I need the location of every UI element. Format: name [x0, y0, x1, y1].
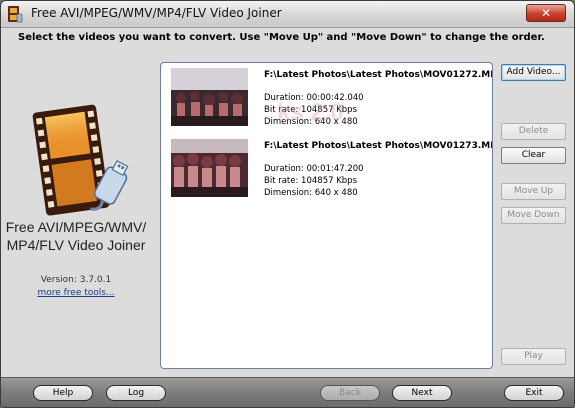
- video-thumbnail: [171, 68, 248, 126]
- close-icon: ✕: [540, 6, 552, 20]
- version-label: Version: 3.7.0.1: [40, 275, 112, 285]
- product-title-line-2: MP4/FLV Video Joiner: [6, 237, 146, 253]
- video-path: F:\Latest Photos\Latest Photos\MOV01273.…: [264, 141, 493, 151]
- video-thumbnail: [171, 139, 248, 197]
- title-bar[interactable]: Free AVI/MPEG/WMV/MP4/FLV Video Joiner ✕: [1, 1, 574, 28]
- left-panel: Free AVI/MPEG/WMV/ MP4/FLV Video Joiner …: [1, 51, 151, 376]
- video-dimension: Dimension: 640 x 480: [264, 188, 358, 198]
- close-button[interactable]: ✕: [526, 4, 566, 22]
- video-bitrate: Bit rate: 104857 Kbps: [264, 105, 358, 115]
- help-button[interactable]: Help: [33, 385, 93, 401]
- app-window: Free AVI/MPEG/WMV/MP4/FLV Video Joiner ✕…: [0, 0, 575, 408]
- instructions-text: Select the videos you want to convert. U…: [18, 32, 545, 43]
- bottom-bar: Help Log Back Next Exit: [1, 377, 574, 407]
- next-button[interactable]: Next: [392, 385, 452, 401]
- film-strip-usb-logo: [29, 99, 135, 219]
- video-list-item[interactable]: F:\Latest Photos\Latest Photos\MOV01273.…: [171, 139, 492, 198]
- video-duration: Duration: 00:00:42.040: [264, 93, 364, 103]
- add-video-button[interactable]: Add Video...: [501, 64, 566, 81]
- video-path: F:\Latest Photos\Latest Photos\MOV01272.…: [264, 70, 493, 80]
- window-title: Free AVI/MPEG/WMV/MP4/FLV Video Joiner: [31, 6, 282, 20]
- move-up-button[interactable]: Move Up: [501, 183, 566, 200]
- log-button[interactable]: Log: [106, 385, 166, 401]
- product-title-line-1: Free AVI/MPEG/WMV/: [5, 219, 147, 235]
- video-list[interactable]: F:\Latest Photos\Latest Photos\MOV01272.…: [160, 62, 493, 369]
- video-duration: Duration: 00:01:47.200: [264, 164, 364, 174]
- video-dimension: Dimension: 640 x 480: [264, 117, 358, 127]
- video-bitrate: Bit rate: 104857 Kbps: [264, 176, 358, 186]
- play-button[interactable]: Play: [501, 348, 566, 365]
- more-free-tools-link[interactable]: more free tools...: [1, 288, 151, 298]
- back-button[interactable]: Back: [320, 385, 380, 401]
- video-list-item[interactable]: F:\Latest Photos\Latest Photos\MOV01272.…: [171, 68, 492, 127]
- delete-button[interactable]: Delete: [501, 123, 566, 140]
- exit-button[interactable]: Exit: [504, 385, 564, 401]
- move-down-button[interactable]: Move Down: [501, 207, 566, 224]
- clear-button[interactable]: Clear: [501, 147, 566, 164]
- film-reel-icon: [7, 5, 23, 23]
